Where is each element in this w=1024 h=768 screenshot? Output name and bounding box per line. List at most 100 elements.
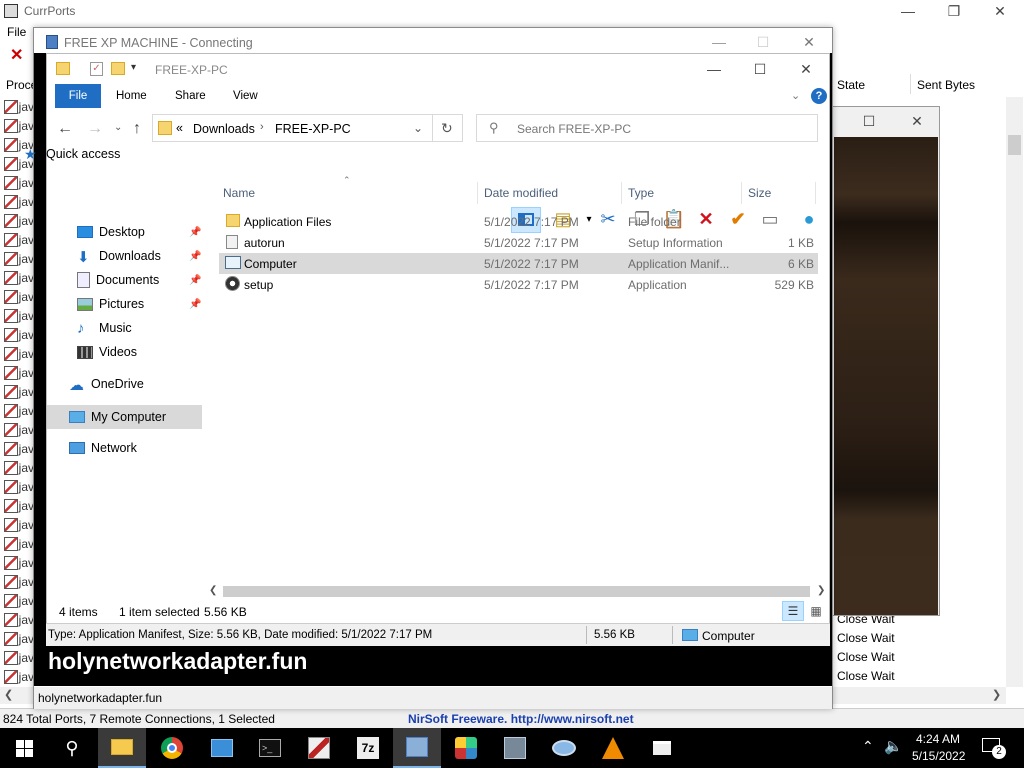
conn-maximize-button[interactable]: ☐ (748, 32, 778, 52)
column-header-sent-bytes[interactable]: Sent Bytes (917, 78, 975, 92)
taskbar-connecting-app[interactable] (393, 728, 441, 768)
bg-maximize-button[interactable]: ☐ (857, 111, 881, 131)
process-row[interactable]: jav (4, 515, 34, 534)
conn-minimize-button[interactable]: — (704, 32, 734, 52)
nav-pictures[interactable]: Pictures (77, 293, 144, 315)
column-divider[interactable] (741, 182, 742, 204)
search-button[interactable]: ⚲ (48, 728, 96, 768)
delete-icon[interactable]: ✕ (10, 45, 23, 65)
column-header-name[interactable]: Name (223, 186, 255, 200)
process-row[interactable]: jav (4, 496, 34, 515)
address-chevron-icon[interactable]: › (260, 121, 264, 133)
back-icon[interactable]: ← (57, 120, 73, 138)
qat-properties-icon[interactable]: ✓ (90, 62, 103, 76)
taskbar-control-panel[interactable] (198, 728, 246, 768)
taskbar-app-1[interactable] (295, 728, 343, 768)
vertical-scrollbar[interactable] (1006, 97, 1023, 687)
file-row[interactable]: Application Files 5/1/2022 7:17 PM File … (219, 211, 818, 232)
column-divider[interactable] (815, 182, 816, 204)
column-header-state[interactable]: State (837, 78, 865, 92)
tab-home[interactable]: Home (116, 90, 147, 102)
volume-icon[interactable]: 🔈 (884, 737, 903, 755)
tab-file[interactable]: File (55, 84, 101, 108)
nav-quick-access[interactable]: ★ Quick access (24, 143, 120, 165)
process-row[interactable]: jav (4, 306, 34, 325)
nav-documents[interactable]: Documents (77, 269, 159, 291)
explorer-minimize-button[interactable]: — (699, 58, 729, 80)
process-row[interactable]: jav (4, 363, 34, 382)
taskbar-app-4[interactable] (540, 728, 588, 768)
qat-new-folder-icon[interactable] (111, 62, 125, 75)
notifications-button[interactable]: 2 (980, 736, 1006, 760)
address-bar[interactable]: « Downloads › FREE-XP-PC ⌄ (152, 114, 433, 142)
expand-ribbon-icon[interactable]: ⌄ (791, 89, 800, 102)
tab-view[interactable]: View (233, 90, 258, 102)
process-row[interactable]: jav (4, 629, 34, 648)
process-row[interactable]: jav (4, 344, 34, 363)
taskbar-chrome[interactable] (148, 728, 196, 768)
up-icon[interactable]: ↑ (133, 120, 141, 138)
tab-share[interactable]: Share (175, 90, 206, 102)
nav-desktop[interactable]: Desktop (77, 221, 145, 243)
process-row[interactable]: jav (4, 382, 34, 401)
nav-my-computer[interactable]: My Computer (69, 406, 166, 428)
process-row[interactable]: jav (4, 610, 34, 629)
process-row[interactable]: jav (4, 97, 34, 116)
maximize-button[interactable]: ❐ (936, 0, 972, 22)
taskbar-app-5[interactable] (638, 728, 686, 768)
process-row[interactable]: jav (4, 268, 34, 287)
process-row[interactable]: jav (4, 534, 34, 553)
address-dropdown-icon[interactable]: ⌄ (413, 121, 423, 135)
process-row[interactable]: jav (4, 420, 34, 439)
process-row[interactable]: jav (4, 648, 34, 667)
process-row[interactable]: jav (4, 401, 34, 420)
scrollbar-thumb[interactable] (1008, 135, 1021, 155)
file-row[interactable]: autorun 5/1/2022 7:17 PM Setup Informati… (219, 232, 818, 253)
nav-onedrive[interactable]: ☁ OneDrive (69, 373, 144, 395)
scroll-right-icon[interactable]: ❯ (817, 585, 825, 596)
nav-network[interactable]: Network (69, 437, 137, 459)
process-row[interactable]: jav (4, 325, 34, 344)
process-row[interactable]: jav (4, 572, 34, 591)
column-header-date[interactable]: Date modified (484, 186, 558, 200)
column-header-size[interactable]: Size (748, 186, 771, 200)
address-part-free-xp-pc[interactable]: FREE-XP-PC (275, 122, 351, 136)
process-row[interactable]: jav (4, 477, 34, 496)
explorer-maximize-button[interactable]: ☐ (745, 58, 775, 80)
details-view-icon[interactable]: ☰ (782, 601, 804, 621)
address-part-downloads[interactable]: Downloads (193, 122, 255, 136)
process-row[interactable]: jav (4, 192, 34, 211)
process-row[interactable]: jav (4, 116, 34, 135)
file-row[interactable]: setup 5/1/2022 7:17 PM Application 529 K… (219, 274, 818, 295)
process-row[interactable]: jav (4, 553, 34, 572)
scroll-right-icon[interactable]: ❯ (992, 688, 1001, 701)
taskbar-vlc[interactable] (589, 728, 637, 768)
process-row[interactable]: jav (4, 173, 34, 192)
taskbar-cmd[interactable]: >_ (246, 728, 294, 768)
process-row[interactable]: jav (4, 249, 34, 268)
nav-videos[interactable]: Videos (77, 341, 137, 363)
large-icons-view-icon[interactable]: ▦ (807, 602, 825, 620)
search-box[interactable]: ⚲ Search FREE-XP-PC (476, 114, 818, 142)
minimize-button[interactable]: — (890, 0, 926, 22)
conn-close-button[interactable]: ✕ (794, 32, 824, 52)
explorer-close-button[interactable]: ✕ (791, 58, 821, 80)
process-row[interactable]: jav (4, 211, 34, 230)
forward-icon[interactable]: → (87, 120, 103, 138)
nirsoft-link[interactable]: NirSoft Freeware. http://www.nirsoft.net (408, 712, 634, 726)
process-row[interactable]: jav (4, 591, 34, 610)
show-hidden-icons[interactable]: ⌃ (862, 738, 874, 755)
bg-close-button[interactable]: ✕ (905, 111, 929, 131)
file-row-selected[interactable]: Computer 5/1/2022 7:17 PM Application Ma… (219, 253, 818, 274)
clock-date[interactable]: 5/15/2022 (912, 749, 965, 763)
refresh-button[interactable]: ↻ (433, 114, 463, 142)
qat-dropdown-icon[interactable]: ▾ (131, 62, 136, 73)
process-row[interactable]: jav (4, 287, 34, 306)
taskbar-7zip[interactable]: 7z (344, 728, 392, 768)
nav-music[interactable]: ♪ Music (77, 317, 132, 339)
taskbar-app-3[interactable] (491, 728, 539, 768)
start-button[interactable] (0, 728, 48, 768)
close-button[interactable]: ✕ (982, 0, 1018, 22)
column-divider[interactable] (477, 182, 478, 204)
column-divider[interactable] (621, 182, 622, 204)
